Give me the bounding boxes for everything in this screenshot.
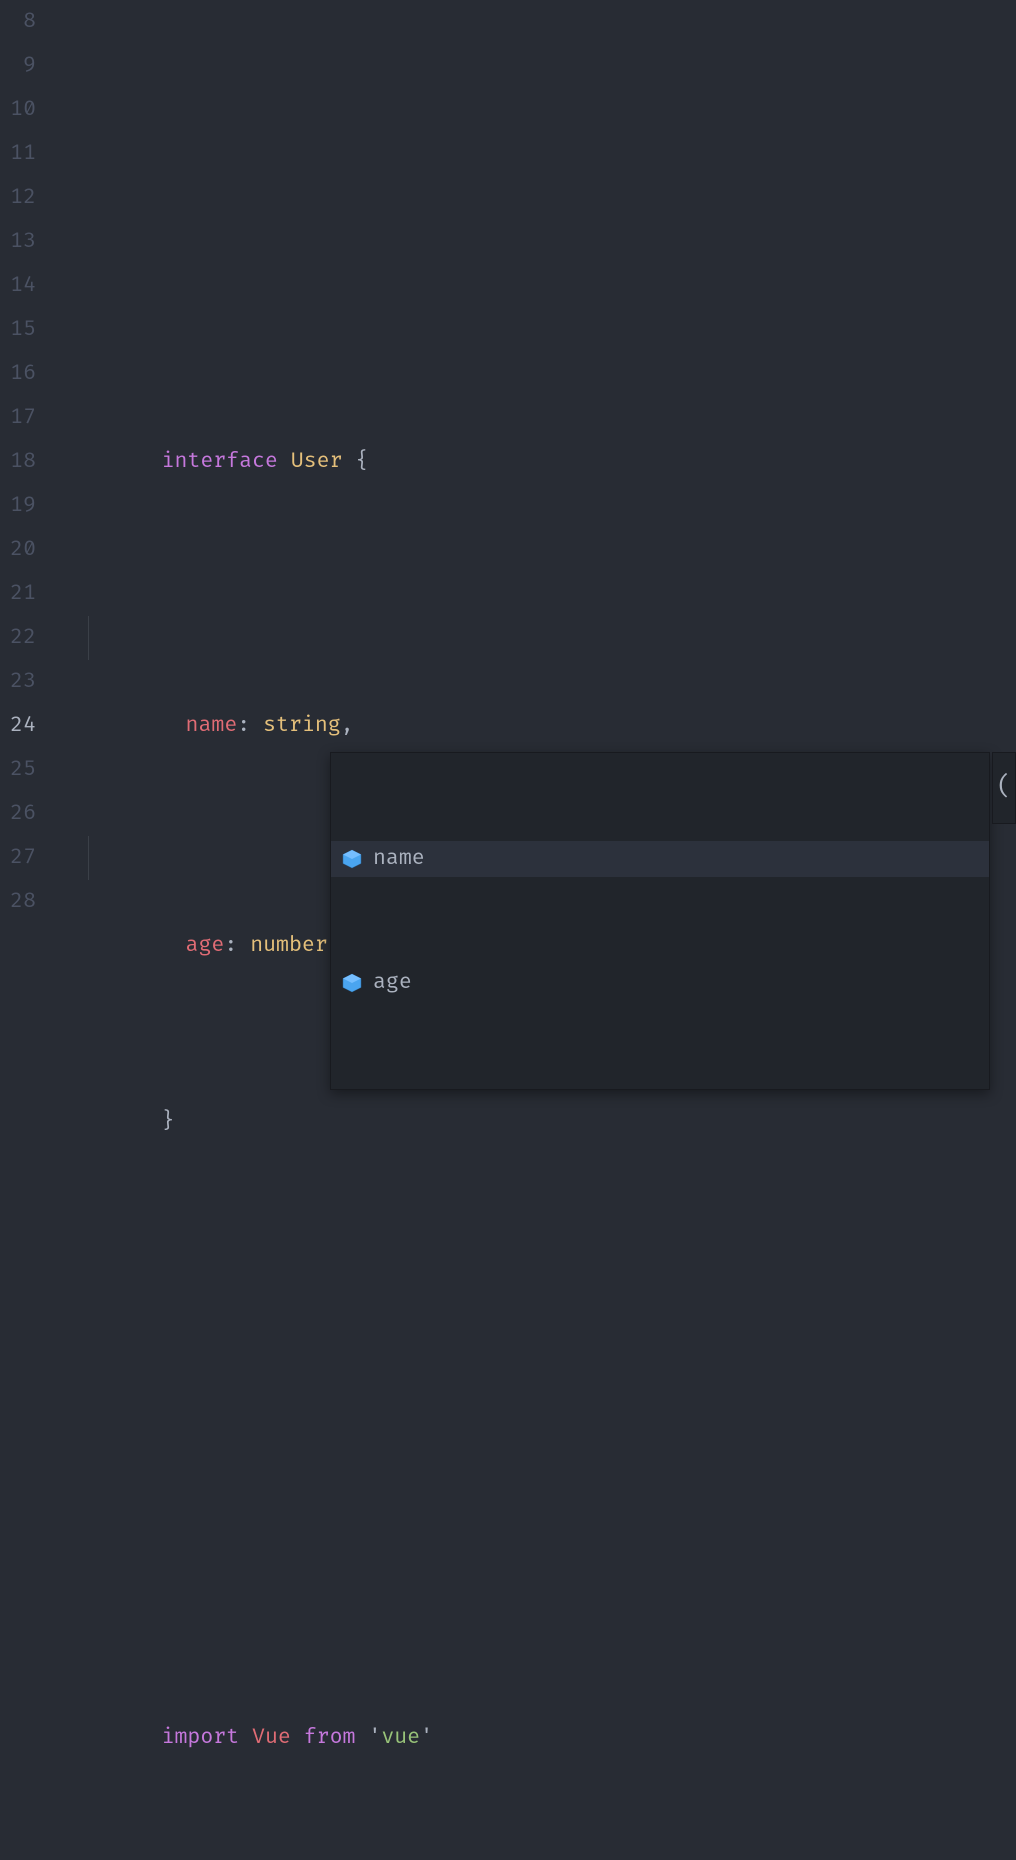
- line-number: 18: [0, 440, 36, 484]
- line-number: 25: [0, 748, 36, 792]
- type: number: [250, 933, 328, 958]
- line-number: 12: [0, 176, 36, 220]
- line-number: 9: [0, 44, 36, 88]
- line-number: 13: [0, 220, 36, 264]
- line-number: 23: [0, 660, 36, 704]
- line-number: 21: [0, 572, 36, 616]
- autocomplete-label: name: [373, 837, 425, 881]
- code-area[interactable]: interface User { name: string, age: numb…: [60, 0, 1016, 930]
- line-number: 26: [0, 792, 36, 836]
- autocomplete-item[interactable]: age: [331, 965, 989, 1001]
- line-number: 10: [0, 88, 36, 132]
- line-number: 28: [0, 880, 36, 924]
- autocomplete-detail-toggle[interactable]: (: [992, 752, 1016, 824]
- code-line[interactable]: [60, 176, 1016, 220]
- property: name: [186, 713, 238, 738]
- paren-hint: (: [997, 766, 1012, 810]
- line-number: 20: [0, 528, 36, 572]
- line-number: 19: [0, 484, 36, 528]
- brace: {: [355, 449, 368, 474]
- line-number: 17: [0, 396, 36, 440]
- type: string: [263, 713, 341, 738]
- code-editor[interactable]: 8910111213141516171819202122232425262728…: [0, 0, 1016, 930]
- line-number: 11: [0, 132, 36, 176]
- code-line[interactable]: import Vue from 'vue': [60, 1672, 1016, 1716]
- property: age: [186, 933, 225, 958]
- line-number: 15: [0, 308, 36, 352]
- autocomplete-label: age: [373, 961, 412, 1005]
- line-number: 8: [0, 0, 36, 44]
- type-name: User: [291, 449, 343, 474]
- code-line[interactable]: [60, 1276, 1016, 1320]
- code-line[interactable]: [60, 1452, 1016, 1496]
- field-icon: [341, 848, 363, 870]
- line-number: 14: [0, 264, 36, 308]
- field-icon: [341, 972, 363, 994]
- line-number: 27: [0, 836, 36, 880]
- code-line[interactable]: interface User {: [60, 396, 1016, 440]
- line-number: 22: [0, 616, 36, 660]
- keyword: interface: [162, 449, 278, 474]
- line-number-gutter: 8910111213141516171819202122232425262728: [0, 0, 60, 930]
- line-number: 16: [0, 352, 36, 396]
- autocomplete-popup[interactable]: name age: [330, 752, 990, 1090]
- line-number: 24: [0, 704, 36, 748]
- brace: }: [162, 1109, 175, 1134]
- code-line[interactable]: name: string,: [60, 616, 1016, 660]
- autocomplete-item[interactable]: name: [331, 841, 989, 877]
